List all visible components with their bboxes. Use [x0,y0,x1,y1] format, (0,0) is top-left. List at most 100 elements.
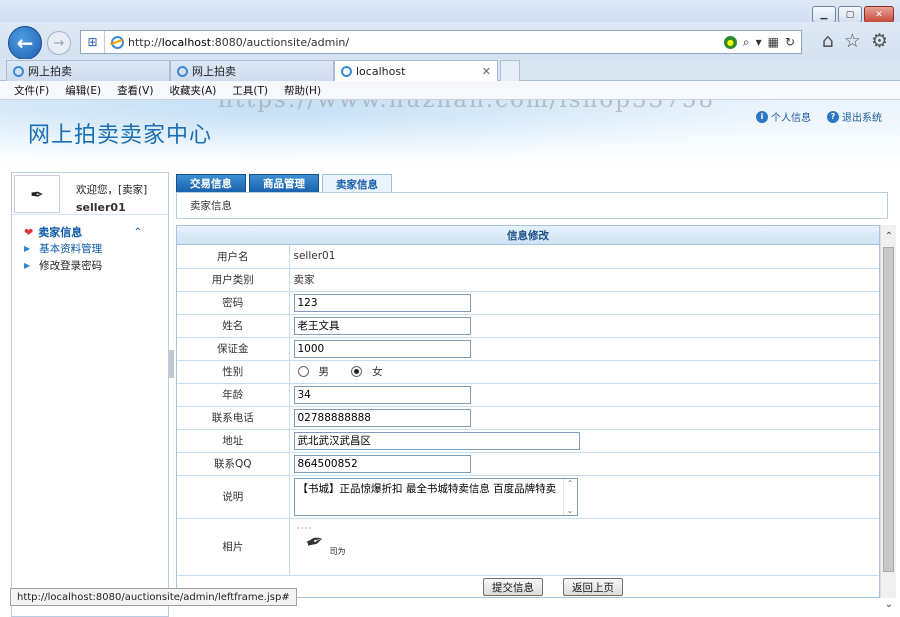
minimize-button[interactable]: ▁ [812,6,836,23]
gender-male-radio[interactable] [297,366,309,377]
dropdown-icon[interactable]: ▾ [756,35,762,49]
browser-tab-label: 网上拍卖 [28,65,72,78]
row-usertype: 用户类别 卖家 [177,268,879,292]
browser-tab-1[interactable]: 网上拍卖 [6,60,170,81]
collapse-icon[interactable]: ⌃ [134,227,142,238]
tab-seller-info[interactable]: 卖家信息 [322,174,392,193]
row-name: 姓名 老王文具 [177,314,879,338]
row-qq: 联系QQ 864500852 [177,452,879,476]
browser-tab-label: localhost [356,65,406,78]
password-input[interactable]: 123 [293,293,471,312]
site-title: 网上拍卖卖家中心 [28,123,213,148]
photo-caption: 司为 [329,546,346,556]
tab-trade-info[interactable]: 交易信息 [176,174,246,192]
refresh-icon[interactable]: ↻ [785,35,795,49]
field-label: 说明 [177,475,290,519]
browser-tab-bar: 网上拍卖 网上拍卖 localhost ✕ [0,59,900,82]
menu-favorites[interactable]: 收藏夹(A) [169,83,216,98]
gender-female-label: 女 [372,366,383,378]
back-button[interactable]: ← [8,26,42,60]
phone-input[interactable]: 02788888888 [293,408,471,427]
qq-input[interactable]: 864500852 [293,454,471,473]
sidebar-item-label: 基本资料管理 [39,243,103,255]
url-host: localhost [161,35,212,49]
new-tab-button[interactable] [500,60,520,81]
pen-sketch-icon: ✒ [301,527,328,557]
name-input[interactable]: 老王文具 [293,316,471,335]
gender-radio-group: 男 女 [294,364,880,379]
field-label: 地址 [177,429,290,453]
logout-link-label: 退出系统 [842,113,882,124]
row-photo: 相片 ···· ✒ 司为 [177,518,879,576]
close-tab-icon[interactable]: ✕ [482,65,491,78]
chevron-up-icon: ⌃ [566,478,574,488]
field-label: 密码 [177,291,290,315]
field-label: 联系电话 [177,406,290,430]
ie-tab-icon [341,66,352,77]
maximize-button[interactable]: ▢ [838,6,862,23]
row-username: 用户名 seller01 [177,245,879,269]
search-icon[interactable]: ⌕ [743,35,750,50]
textarea-scrollbar[interactable]: ⌃ ⌄ [562,478,577,515]
main-tabs: 交易信息 商品管理 卖家信息 [176,174,392,193]
edit-form: 信息修改 用户名 seller01 用户类别 卖家 密码 123 姓名 老王文具… [176,225,880,598]
gender-female-radio[interactable] [351,366,362,377]
description-textarea[interactable]: 【书城】正品惊爆折扣 最全书城特卖信息 百度品牌特卖 ⌃ ⌄ [293,477,578,516]
sub-title-bar: 卖家信息 [176,192,888,219]
page-scrollbar[interactable]: ⌃ ⌄ [880,225,897,610]
info-icon: i [756,110,768,123]
sidebar-section-seller-info[interactable]: ❤ 卖家信息 ⌃ [12,224,168,240]
arrow-right-icon: ▶ [24,244,31,253]
menu-edit[interactable]: 编辑(E) [65,83,101,98]
username-value: seller01 [289,245,879,269]
deposit-input[interactable]: 1000 [293,339,471,358]
submit-button[interactable]: 提交信息 [483,578,543,596]
seller-photo: ···· ✒ 司为 [294,522,366,572]
row-phone: 联系电话 02788888888 [177,406,879,430]
url-text[interactable]: http://localhost:8080/auctionsite/admin/ [128,36,724,49]
certificate-icon[interactable]: ● [723,35,737,49]
username-text: seller01 [76,201,126,214]
watermark-text: https://www.huzhan.com/ishop33758 [218,100,716,113]
compat-page-icon[interactable]: ▦ [768,35,779,49]
ie-page-icon [111,35,124,49]
tab-product-manage[interactable]: 商品管理 [249,174,319,192]
sidebar-item-profile[interactable]: ▶ 基本资料管理 [12,240,168,257]
age-input[interactable]: 34 [293,385,471,404]
browser-tab-2[interactable]: 网上拍卖 [170,60,334,81]
address-bar[interactable]: ⊞ http://localhost:8080/auctionsite/admi… [80,30,802,54]
hearts-icon: ❤ [24,225,34,239]
scroll-down-icon[interactable]: ⌄ [881,596,897,612]
field-label: 姓名 [177,314,290,338]
gear-icon[interactable]: ⚙ [871,30,888,52]
page-content: 网上拍卖卖家中心 https://www.huzhan.com/ishop337… [0,100,900,617]
address-tools: ● ⌕ ▾ ▦ ↻ [723,35,801,50]
url-rest: :8080/auctionsite/admin/ [211,35,350,49]
menu-file[interactable]: 文件(F) [14,83,49,98]
home-icon[interactable]: ⌂ [822,30,834,52]
field-label: 用户名 [177,245,290,269]
frame-splitter[interactable] [169,350,174,378]
menu-help[interactable]: 帮助(H) [284,83,321,98]
scroll-up-icon[interactable]: ⌃ [881,228,897,244]
browser-tab-3[interactable]: localhost ✕ [334,60,498,82]
favorites-star-icon[interactable]: ☆ [844,30,861,52]
scroll-thumb[interactable] [883,247,894,572]
form-title: 信息修改 [177,226,879,245]
browser-toolbar-icons: ⌂ ☆ ⚙ [822,30,888,52]
menu-tools[interactable]: 工具(T) [232,83,268,98]
forward-button[interactable]: → [47,31,71,55]
logout-link[interactable]: ? 退出系统 [827,109,882,124]
left-sidebar: ✒ 欢迎您，[卖家] seller01 ❤ 卖家信息 ⌃ ▶ 基本资料管理 ▶ … [11,172,169,617]
sidebar-item-password[interactable]: ▶ 修改登录密码 [12,257,168,274]
menu-view[interactable]: 查看(V) [117,83,153,98]
close-button[interactable]: ✕ [864,6,894,23]
address-input[interactable]: 武北武汉武昌区 [293,431,580,450]
back-page-button[interactable]: 返回上页 [563,578,623,596]
compatibility-view-button[interactable]: ⊞ [81,31,105,53]
row-age: 年龄 34 [177,383,879,407]
profile-link[interactable]: i 个人信息 [756,109,811,124]
row-gender: 性别 男 女 [177,360,880,384]
site-header: 网上拍卖卖家中心 https://www.huzhan.com/ishop337… [0,100,900,168]
form-table: 用户名 seller01 用户类别 卖家 密码 123 姓名 老王文具 保证金 … [177,245,880,576]
